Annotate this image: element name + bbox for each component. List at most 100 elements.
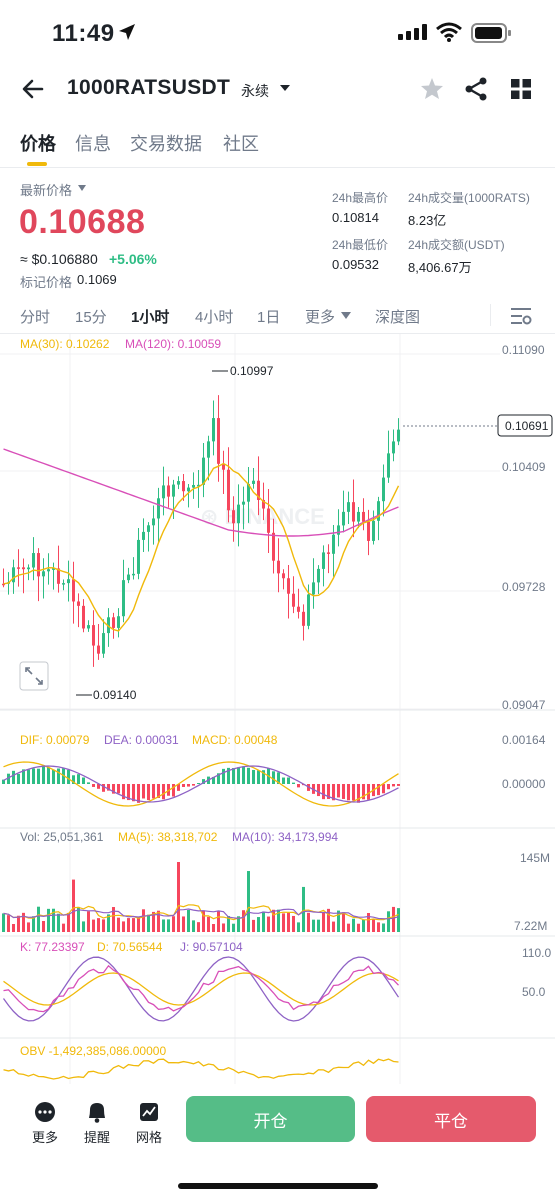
volume-bar — [127, 918, 130, 932]
volume-bar — [392, 906, 395, 932]
tab-community[interactable]: 社区 — [223, 130, 259, 156]
candle-body — [332, 534, 335, 554]
volume-bar — [287, 912, 290, 932]
volume-bar — [167, 919, 170, 932]
volume-bar — [357, 923, 360, 932]
volume-bar — [117, 917, 120, 932]
macd-bar — [287, 777, 290, 784]
grid-label[interactable]: 网格 — [129, 1127, 169, 1146]
macd-y-tick-2: 0.00000 — [502, 777, 546, 791]
candle-body — [72, 579, 75, 602]
candle-body — [252, 480, 255, 484]
volume-bar — [47, 908, 50, 932]
kline-chart[interactable]: ⊛ BINANCE MA(30): 0.10262 MA(120): 0.100… — [0, 334, 555, 1085]
tf-line[interactable]: 分时 — [20, 306, 50, 327]
tf-more[interactable]: 更多 — [305, 306, 335, 327]
volume-bar — [172, 916, 175, 932]
caret-down-icon[interactable] — [340, 311, 352, 320]
candle-body — [17, 567, 20, 569]
candle-body — [177, 481, 180, 485]
obv-line — [3, 1058, 399, 1080]
candle-body — [367, 521, 370, 541]
grid-layout-icon[interactable] — [510, 78, 532, 100]
candle-body — [207, 441, 210, 458]
tf-1d[interactable]: 1日 — [257, 306, 280, 327]
candle-body — [82, 605, 85, 629]
volume-bar — [397, 908, 400, 932]
candle-body — [232, 510, 235, 524]
tab-info[interactable]: 信息 — [75, 130, 111, 156]
macd-bar — [272, 771, 275, 784]
volume-bar — [82, 921, 85, 932]
caret-down-icon[interactable] — [279, 83, 291, 93]
chart-settings-icon[interactable] — [510, 306, 532, 326]
24h-high-value: 0.10814 — [332, 210, 379, 225]
volume-bar — [162, 919, 165, 932]
bell-alert-icon[interactable] — [77, 1101, 117, 1123]
more-label[interactable]: 更多 — [25, 1127, 65, 1146]
favorite-star-icon[interactable] — [419, 76, 445, 102]
obv-legend: OBV -1,492,385,086.00000 — [20, 1044, 166, 1058]
back-arrow-icon[interactable] — [20, 76, 46, 102]
status-bar: 11:49 — [0, 0, 555, 66]
symbol-title[interactable]: 1000RATSUSDT — [67, 76, 230, 100]
status-time: 11:49 — [52, 20, 115, 47]
24h-high-label: 24h最高价 — [332, 191, 389, 205]
macd-bar — [387, 784, 390, 790]
high-marker-label: 0.10997 — [230, 364, 274, 378]
current-price-tag-value: 0.10691 — [505, 419, 549, 433]
last-price-value: 0.10688 — [19, 203, 146, 241]
tf-15m[interactable]: 15分 — [75, 306, 107, 327]
candlesticks — [2, 395, 400, 667]
grid-trading-icon[interactable] — [129, 1101, 169, 1123]
macd-bar — [197, 783, 200, 784]
divider — [490, 304, 491, 326]
volume-bar — [322, 912, 325, 932]
candle-body — [272, 532, 275, 561]
candle-body — [397, 429, 400, 442]
ma30-legend: MA(30): 0.10262 — [20, 337, 110, 351]
share-icon[interactable] — [463, 76, 489, 102]
candle-body — [142, 531, 145, 540]
volume-bar — [302, 886, 305, 932]
alert-label[interactable]: 提醒 — [77, 1127, 117, 1146]
open-position-button[interactable]: 开仓 — [186, 1096, 355, 1142]
volume-bars — [2, 862, 400, 932]
tab-trading-data[interactable]: 交易数据 — [130, 130, 202, 156]
macd-bar — [192, 784, 195, 786]
contract-type-label[interactable]: 永续 — [241, 81, 269, 101]
tf-depth-chart[interactable]: 深度图 — [375, 306, 420, 327]
candle-body — [217, 418, 220, 464]
macd-bar — [247, 767, 250, 784]
candle-body — [192, 484, 195, 488]
location-arrow-icon — [119, 24, 135, 40]
volume-bar — [177, 862, 180, 932]
24h-turnover-value: 8,406.67万 — [408, 260, 472, 275]
tf-1h[interactable]: 1小时 — [131, 306, 169, 327]
macd-bar — [222, 768, 225, 784]
tf-4h[interactable]: 4小时 — [195, 306, 233, 327]
macd-bar — [27, 769, 30, 784]
last-price-label[interactable]: 最新价格 — [20, 180, 72, 199]
candle-body — [382, 477, 385, 502]
volume-bar — [292, 915, 295, 932]
active-tab-indicator — [27, 162, 47, 166]
caret-down-icon[interactable] — [77, 184, 87, 192]
macd-bar — [82, 777, 85, 784]
volume-bar — [362, 919, 365, 932]
candle-body — [67, 579, 70, 584]
tab-price[interactable]: 价格 — [20, 130, 56, 156]
volume-bar — [57, 913, 60, 932]
volume-bar — [372, 919, 375, 932]
kdj-y-tick-2: 50.0 — [522, 985, 546, 999]
volume-bar — [192, 920, 195, 932]
candle-body — [27, 567, 30, 570]
candle-body — [157, 498, 160, 519]
volume-bar — [297, 922, 300, 932]
candle-body — [37, 553, 40, 577]
expand-chart-icon[interactable] — [19, 661, 49, 691]
more-icon[interactable] — [25, 1101, 65, 1123]
macd-bar — [392, 784, 395, 787]
volume-bar — [147, 914, 150, 932]
close-position-button[interactable]: 平仓 — [366, 1096, 536, 1142]
